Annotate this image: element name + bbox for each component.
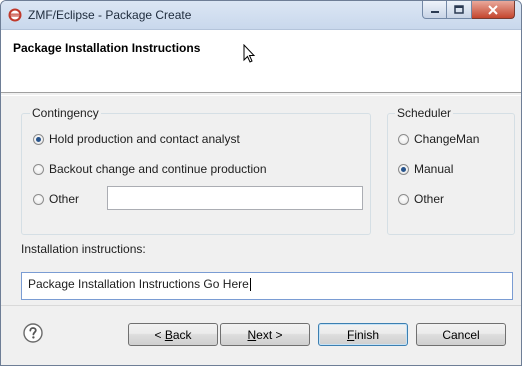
option-label: Backout change and continue production xyxy=(49,162,267,176)
minimize-icon xyxy=(430,10,439,13)
option-label: Other xyxy=(49,192,80,206)
window-title: ZMF/Eclipse - Package Create xyxy=(28,8,192,22)
installation-instructions-text: Package Installation Instructions Go Her… xyxy=(28,277,249,291)
finish-mnemonic: F xyxy=(346,327,355,342)
text-caret xyxy=(249,278,251,292)
radio-button[interactable] xyxy=(33,163,44,175)
radio-button[interactable] xyxy=(33,193,44,205)
scheduler-option-manual[interactable]: Manual xyxy=(398,162,453,176)
radio-button[interactable] xyxy=(33,133,44,145)
contingency-option-other[interactable]: Other xyxy=(33,192,79,206)
contingency-group: Contingency Hold production and contact … xyxy=(21,106,371,235)
cancel-label: Cancel xyxy=(442,327,480,342)
dialog-header: Package Installation Instructions xyxy=(1,30,521,92)
mouse-pointer-icon xyxy=(243,44,256,63)
footer-divider xyxy=(1,305,521,306)
title-bar[interactable]: ZMF/Eclipse - Package Create xyxy=(1,1,521,30)
contingency-option-hold[interactable]: Hold production and contact analyst xyxy=(33,132,240,146)
maximize-button[interactable] xyxy=(447,1,472,19)
contingency-legend: Contingency xyxy=(30,106,101,120)
installation-instructions-label: Installation instructions: xyxy=(21,242,146,256)
back-rest: ack xyxy=(172,327,192,342)
contingency-option-backout[interactable]: Backout change and continue production xyxy=(33,162,267,176)
radio-button[interactable] xyxy=(398,133,409,145)
option-label: Manual xyxy=(414,162,454,176)
scheduler-legend: Scheduler xyxy=(395,106,454,120)
next-mnemonic: N xyxy=(247,327,257,342)
scheduler-group: Scheduler ChangeMan Manual Other xyxy=(387,106,515,235)
close-icon xyxy=(488,4,498,15)
page-title: Package Installation Instructions xyxy=(13,41,201,55)
finish-rest: inish xyxy=(354,327,380,342)
back-mnemonic: B xyxy=(164,327,173,342)
option-label: ChangeMan xyxy=(414,132,480,146)
option-label: Other xyxy=(414,192,445,206)
scheduler-option-changeman[interactable]: ChangeMan xyxy=(398,132,479,146)
back-prefix: < xyxy=(154,327,165,342)
contingency-other-input[interactable] xyxy=(107,186,363,210)
back-button[interactable]: < Back xyxy=(128,323,218,346)
next-rest: ext > xyxy=(256,327,283,342)
help-icon[interactable] xyxy=(23,323,43,343)
next-button[interactable]: Next > xyxy=(220,323,310,346)
installation-instructions-field[interactable]: Package Installation Instructions Go Her… xyxy=(21,272,513,300)
radio-button[interactable] xyxy=(398,163,409,175)
option-label: Hold production and contact analyst xyxy=(49,132,240,146)
dialog-window: ZMF/Eclipse - Package Create Package Ins… xyxy=(0,0,522,366)
window-controls xyxy=(422,1,515,21)
scheduler-option-other[interactable]: Other xyxy=(398,192,444,206)
minimize-button[interactable] xyxy=(422,1,447,19)
eclipse-icon xyxy=(8,8,22,22)
cancel-button[interactable]: Cancel xyxy=(416,323,506,346)
maximize-icon xyxy=(454,5,464,14)
close-button[interactable] xyxy=(472,1,515,19)
header-divider xyxy=(1,92,521,96)
radio-button[interactable] xyxy=(398,193,409,205)
finish-button[interactable]: Finish xyxy=(318,323,408,346)
